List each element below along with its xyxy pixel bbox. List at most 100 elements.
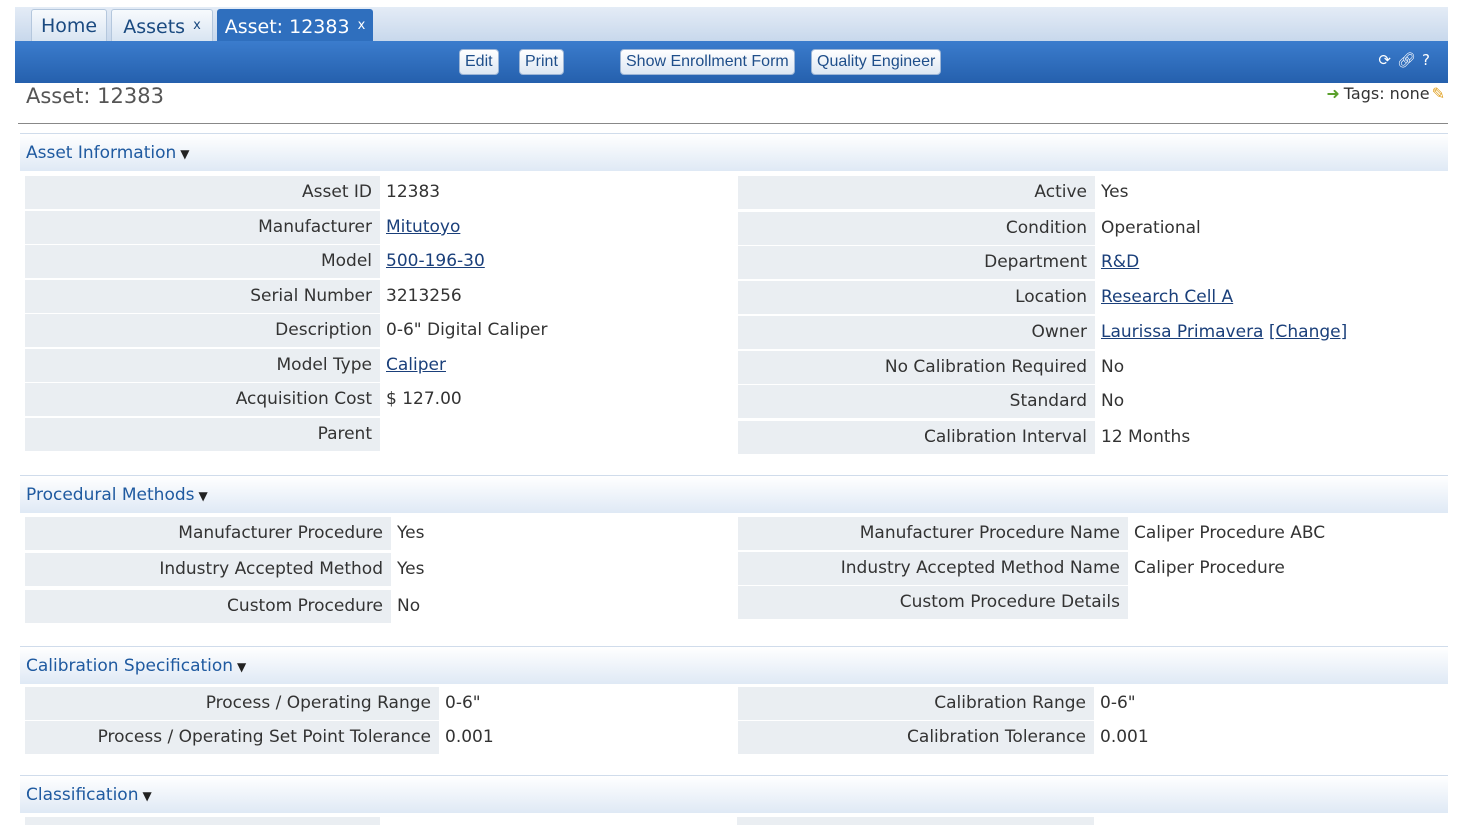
field-label: Calibration Tolerance — [738, 721, 1094, 754]
location-link[interactable]: Research Cell A — [1101, 287, 1233, 307]
field-label: Industry Accepted Method Name — [738, 552, 1128, 585]
field-label: Calibration Range — [738, 687, 1094, 720]
field-value: Caliper Procedure — [1134, 558, 1285, 578]
caret-down-icon: ▼ — [237, 660, 247, 674]
field-row-calibration-tolerance: Calibration Tolerance 0.001 — [738, 721, 1444, 754]
section-header-calibration-specification[interactable]: Calibration Specification ▼ — [20, 646, 1448, 684]
caret-down-icon: ▼ — [198, 489, 208, 503]
edit-button[interactable]: Edit — [459, 49, 499, 75]
field-row-custom-procedure-details: Custom Procedure Details — [738, 586, 1446, 619]
section-header-procedural-methods[interactable]: Procedural Methods ▼ — [20, 475, 1448, 513]
field-row-industry-accepted-method-name: Industry Accepted Method Name Caliper Pro… — [738, 552, 1446, 585]
help-icon[interactable]: ? — [1422, 51, 1436, 69]
field-label: Process / Operating Range — [25, 687, 439, 720]
field-value: $ 127.00 — [386, 389, 462, 409]
tab-bar: Home Assets x Asset: 12383 x — [15, 7, 1448, 41]
field-value: Yes — [1101, 182, 1129, 202]
quality-engineer-button[interactable]: Quality Engineer — [811, 49, 942, 75]
field-label: Description — [25, 314, 380, 347]
field-label: Model — [25, 245, 380, 278]
field-value: 0-6" — [445, 693, 481, 713]
field-row-location: Location Research Cell A — [738, 281, 1445, 314]
field-label: Manufacturer — [25, 211, 380, 244]
tab-home[interactable]: Home — [31, 9, 107, 41]
show-enrollment-form-button[interactable]: Show Enrollment Form — [620, 49, 795, 75]
field-label: Custom Procedure Details — [738, 586, 1128, 619]
field-row-standard: Standard No — [738, 385, 1445, 418]
close-icon[interactable]: x — [358, 18, 366, 33]
field-label: Asset ID — [25, 176, 380, 209]
page-title: Asset: 12383 — [26, 84, 164, 108]
field-label: Active — [738, 176, 1095, 209]
refresh-icon[interactable]: ⟳ — [1378, 51, 1397, 69]
model-link[interactable]: 500-196-30 — [386, 251, 485, 271]
field-row-owner: Owner Laurissa Primavera [Change] — [738, 316, 1445, 349]
field-row-manufacturer-procedure-name: Manufacturer Procedure Name Caliper Proce… — [738, 517, 1446, 550]
field-row-manufacturer-procedure: Manufacturer Procedure Yes — [25, 517, 731, 550]
field-label: Model Type — [25, 349, 380, 382]
field-value: 0-6" Digital Caliper — [386, 320, 548, 340]
caret-down-icon: ▼ — [180, 147, 190, 161]
field-row-active: Active Yes — [738, 176, 1445, 209]
field-row-condition: Condition Operational — [738, 212, 1445, 245]
edit-pencil-icon[interactable]: ✎ — [1432, 84, 1445, 103]
field-value: No — [1101, 391, 1125, 411]
field-label: Location — [738, 281, 1095, 314]
field-label: Acquisition Cost — [25, 383, 380, 416]
print-button[interactable]: Print — [519, 49, 564, 75]
field-row-custom-procedure: Custom Procedure No — [25, 590, 731, 623]
field-row-calibration-range: Calibration Range 0-6" — [738, 687, 1444, 720]
field-value: Yes — [397, 559, 425, 579]
tab-asset-12383[interactable]: Asset: 12383 x — [217, 9, 373, 41]
field-row-model-type: Model Type Caliper — [25, 349, 730, 382]
field-value: Operational — [1101, 218, 1201, 238]
field-value: 0.001 — [445, 727, 494, 747]
field-label: Standard — [738, 385, 1095, 418]
field-label: Condition — [738, 212, 1095, 245]
manufacturer-link[interactable]: Mitutoyo — [386, 217, 460, 237]
toolbar-icons: ⟳🔗︎? — [1378, 51, 1436, 69]
field-label: Serial Number — [25, 280, 380, 313]
field-row-serial-number: Serial Number 3213256 — [25, 280, 730, 313]
section-header-asset-information[interactable]: Asset Information ▼ — [20, 133, 1448, 171]
divider — [18, 123, 1448, 124]
field-value: Mitutoyo — [380, 211, 730, 244]
department-link[interactable]: R&D — [1101, 252, 1139, 272]
link-icon[interactable]: 🔗︎ — [1397, 51, 1422, 69]
field-value: Yes — [397, 523, 425, 543]
field-label: Custom Procedure — [25, 590, 391, 623]
field-label: Manufacturer Procedure Name — [738, 517, 1128, 550]
field-value: 12 Months — [1101, 427, 1191, 447]
field-label: Department — [738, 246, 1095, 279]
field-row-asset-id: Asset ID 12383 — [25, 176, 730, 209]
field-row-manufacturer: Manufacturer Mitutoyo — [25, 211, 730, 244]
field-value: 12383 — [386, 182, 441, 202]
tags-label: Tags: none — [1343, 84, 1430, 103]
field-value: 0.001 — [1100, 727, 1149, 747]
field-row-process-operating-range: Process / Operating Range 0-6" — [25, 687, 729, 720]
field-row-process-operating-set-point-tolerance: Process / Operating Set Point Tolerance 0… — [25, 721, 729, 754]
field-label: Manufacturer Procedure — [25, 517, 391, 550]
field-row-no-calibration-required: No Calibration Required No — [738, 351, 1445, 384]
close-icon[interactable]: x — [193, 18, 201, 33]
tag-icon[interactable]: ➜ — [1326, 84, 1339, 103]
field-value: No — [1101, 357, 1125, 377]
field-row-parent: Parent — [25, 418, 730, 451]
field-row-department: Department R&D — [738, 246, 1445, 279]
field-label: No Calibration Required — [738, 351, 1095, 384]
tab-assets[interactable]: Assets x — [111, 9, 213, 41]
field-row-description: Description 0-6" Digital Caliper — [25, 314, 730, 347]
field-value: Caliper Procedure ABC — [1134, 523, 1326, 543]
field-value: 500-196-30 — [380, 245, 730, 278]
field-value: Laurissa Primavera [Change] — [1095, 316, 1445, 349]
owner-link[interactable]: Laurissa Primavera — [1101, 322, 1263, 342]
model-type-link[interactable]: Caliper — [386, 355, 446, 375]
toolbar: Edit Print Show Enrollment Form Quality … — [15, 41, 1448, 83]
field-label: Calibration Interval — [738, 421, 1095, 454]
field-value — [380, 418, 730, 451]
change-owner-link[interactable]: [Change] — [1269, 322, 1347, 342]
caret-down-icon: ▼ — [142, 789, 152, 803]
field-value: 3213256 — [386, 286, 462, 306]
section-header-classification[interactable]: Classification ▼ — [20, 775, 1448, 813]
field-value: 0-6" — [1100, 693, 1136, 713]
